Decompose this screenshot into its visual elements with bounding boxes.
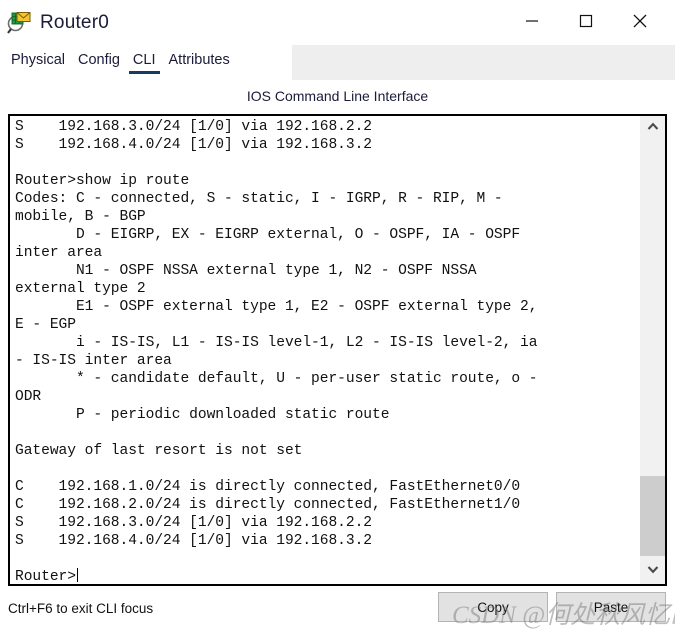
footer-bar: Ctrl+F6 to exit CLI focus Copy Paste	[0, 588, 675, 636]
tab-physical[interactable]: Physical	[11, 52, 65, 73]
paste-button[interactable]: Paste	[556, 592, 666, 622]
copy-button[interactable]: Copy	[438, 592, 548, 622]
text-cursor	[76, 568, 78, 582]
minimize-icon	[523, 12, 541, 33]
window-controls	[505, 0, 675, 45]
scroll-up-button[interactable]	[640, 116, 665, 142]
router-device-icon	[6, 10, 32, 36]
cli-terminal-panel: S 192.168.3.0/24 [1/0] via 192.168.2.2 S…	[8, 114, 667, 586]
panel-header: IOS Command Line Interface	[246, 88, 429, 104]
cli-output[interactable]: S 192.168.3.0/24 [1/0] via 192.168.2.2 S…	[10, 116, 639, 584]
cli-focus-hint: Ctrl+F6 to exit CLI focus	[8, 601, 154, 616]
scroll-down-button[interactable]	[640, 558, 665, 584]
terminal-scrollbar[interactable]	[639, 116, 665, 584]
maximize-button[interactable]	[559, 0, 613, 45]
tab-attributes[interactable]: Attributes	[169, 52, 230, 73]
chevron-up-icon	[646, 120, 660, 139]
window-titlebar: Router0	[0, 0, 675, 45]
tab-config[interactable]: Config	[78, 52, 120, 73]
close-button[interactable]	[613, 0, 667, 45]
tab-list: Physical Config CLI Attributes	[0, 45, 230, 80]
cli-prompt: Router>	[15, 569, 76, 584]
tab-cli[interactable]: CLI	[128, 52, 160, 74]
cli-output-text: S 192.168.3.0/24 [1/0] via 192.168.2.2 S…	[15, 119, 538, 549]
tab-strip: Physical Config CLI Attributes	[0, 45, 675, 80]
chevron-down-icon	[646, 562, 660, 581]
window-title: Router0	[40, 11, 109, 33]
maximize-icon	[577, 12, 595, 33]
close-icon	[630, 11, 650, 34]
minimize-button[interactable]	[505, 0, 559, 45]
scrollbar-thumb[interactable]	[640, 476, 665, 556]
